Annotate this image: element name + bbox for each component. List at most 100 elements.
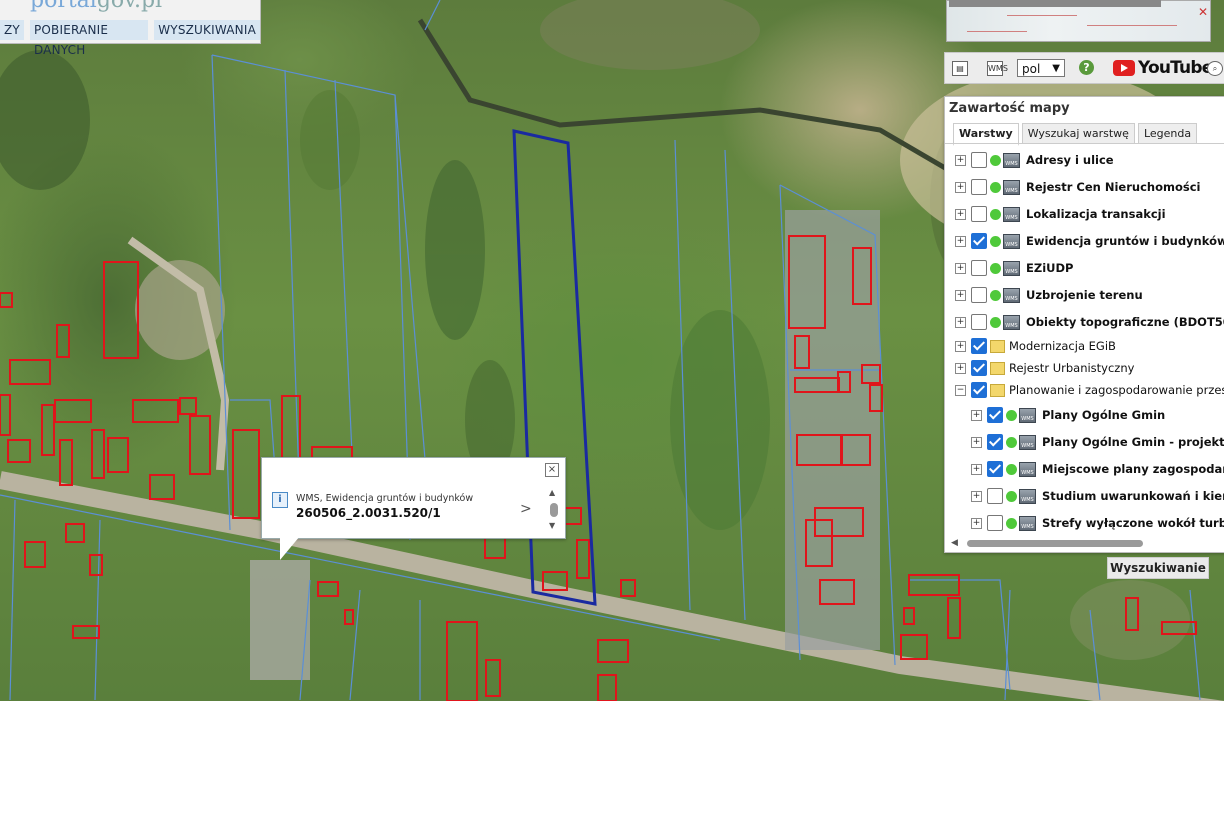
- expand-icon[interactable]: +: [955, 340, 966, 352]
- layer-label: Uzbrojenie terenu: [1026, 288, 1143, 302]
- wms-layer-icon: WMS: [1019, 515, 1036, 531]
- panel-title: Zawartość mapy: [949, 101, 1070, 116]
- layer-row[interactable]: + WMS Uzbrojenie terenu: [955, 285, 1143, 305]
- popup-parcel-id[interactable]: 260506_2.0031.520/1: [296, 506, 441, 520]
- scroll-left-icon[interactable]: ◀: [951, 538, 958, 548]
- layer-row[interactable]: + WMS Plany Ogólne Gmin: [971, 405, 1165, 425]
- search-panel-tab[interactable]: Wyszukiwanie: [1107, 557, 1209, 579]
- logo-part-1: portal: [30, 0, 97, 13]
- status-dot-icon: [990, 181, 1001, 193]
- layer-label: Miejscowe plany zagospodarow: [1042, 462, 1224, 476]
- chevron-right-icon[interactable]: >: [520, 501, 532, 517]
- wms-layer-icon: WMS: [1003, 314, 1020, 330]
- status-dot-icon: [990, 262, 1001, 274]
- layer-checkbox[interactable]: [987, 488, 1003, 504]
- layer-checkbox[interactable]: [987, 461, 1003, 477]
- popup-vscroll[interactable]: ▲ ▼: [549, 488, 559, 532]
- menu-item-wyszukiwania[interactable]: WYSZUKIWANIA: [154, 20, 260, 40]
- layer-checkbox[interactable]: [971, 233, 987, 249]
- menu-item-pobieranie-danych[interactable]: POBIERANIE DANYCH: [29, 20, 149, 57]
- layer-row[interactable]: + WMS Studium uwarunkowań i kierun: [971, 486, 1224, 506]
- expand-icon[interactable]: +: [971, 409, 982, 421]
- wms-icon[interactable]: WMS: [987, 61, 1008, 76]
- status-dot-icon: [990, 235, 1001, 247]
- logo-part-2: gov.pl: [96, 0, 163, 13]
- expand-icon[interactable]: +: [955, 362, 966, 374]
- language-select[interactable]: pol ▼: [1017, 59, 1065, 77]
- layer-label: Strefy wyłączone wokół turbin: [1042, 516, 1224, 530]
- expand-icon[interactable]: +: [971, 490, 982, 502]
- language-value: pol: [1022, 62, 1041, 76]
- collapse-icon[interactable]: −: [955, 384, 966, 396]
- layer-row[interactable]: + WMS Ewidencja gruntów i budynków: [955, 231, 1224, 251]
- layer-checkbox[interactable]: [971, 314, 987, 330]
- layer-checkbox[interactable]: [971, 382, 987, 398]
- expand-icon[interactable]: +: [955, 262, 966, 274]
- popup-pointer: [280, 536, 300, 560]
- expand-icon[interactable]: +: [971, 436, 982, 448]
- layer-checkbox[interactable]: [971, 360, 987, 376]
- layer-checkbox[interactable]: [971, 206, 987, 222]
- tab-wyszukaj-warstwe[interactable]: Wyszukaj warstwę: [1021, 123, 1135, 144]
- scroll-down-icon[interactable]: ▼: [549, 521, 555, 530]
- print-icon[interactable]: ▤: [952, 61, 968, 76]
- layer-row[interactable]: − Planowanie i zagospodarowanie przestrze: [955, 380, 1224, 400]
- layer-label: Lokalizacja transakcji: [1026, 207, 1166, 221]
- status-dot-icon: [990, 289, 1001, 301]
- layer-row[interactable]: + WMS EZiUDP: [955, 258, 1073, 278]
- expand-icon[interactable]: +: [955, 289, 966, 301]
- expand-icon[interactable]: +: [955, 154, 966, 166]
- overview-minimap[interactable]: ✕: [946, 0, 1211, 42]
- layer-row[interactable]: + WMS Adresy i ulice: [955, 150, 1114, 170]
- layer-checkbox[interactable]: [971, 179, 987, 195]
- expand-icon[interactable]: +: [955, 235, 966, 247]
- layer-row[interactable]: + Rejestr Urbanistyczny: [955, 358, 1134, 378]
- layer-tree: + WMS Adresy i ulice + WMS Rejestr Cen Nieruc…: [945, 143, 1224, 534]
- youtube-link[interactable]: YouTube: [1113, 58, 1213, 78]
- layer-row[interactable]: + WMS Strefy wyłączone wokół turbin: [971, 513, 1224, 533]
- scroll-thumb[interactable]: [550, 503, 558, 517]
- layer-row[interactable]: + WMS Plany Ogólne Gmin - projektow: [971, 432, 1224, 452]
- layer-checkbox[interactable]: [987, 434, 1003, 450]
- wms-layer-icon: WMS: [1003, 206, 1020, 222]
- layer-checkbox[interactable]: [971, 260, 987, 276]
- status-dot-icon: [1006, 517, 1017, 529]
- layer-row[interactable]: + WMS Obiekty topograficzne (BDOT500: [955, 312, 1224, 332]
- layer-checkbox[interactable]: [971, 338, 987, 354]
- expand-icon[interactable]: +: [971, 517, 982, 529]
- top-header: portalgov.pl ZY POBIERANIE DANYCH WYSZUK…: [0, 0, 261, 57]
- scroll-up-icon[interactable]: ▲: [549, 488, 555, 497]
- search-icon[interactable]: ⌕: [1207, 61, 1223, 76]
- layer-label: Obiekty topograficzne (BDOT500: [1026, 315, 1224, 329]
- expand-icon[interactable]: +: [955, 316, 966, 328]
- help-icon[interactable]: ?: [1079, 60, 1094, 75]
- layer-tree-hscroll[interactable]: ◀: [949, 538, 1219, 548]
- map-toolbar: ▤ WMS pol ▼ ? YouTube ⌕: [944, 52, 1224, 84]
- tab-legenda[interactable]: Legenda: [1137, 123, 1198, 144]
- wms-layer-icon: WMS: [1003, 233, 1020, 249]
- layer-checkbox[interactable]: [987, 515, 1003, 531]
- expand-icon[interactable]: +: [955, 181, 966, 193]
- layer-row[interactable]: + WMS Rejestr Cen Nieruchomości: [955, 177, 1200, 197]
- status-dot-icon: [990, 316, 1001, 328]
- layer-row[interactable]: + WMS Miejscowe plany zagospodarow: [971, 459, 1224, 479]
- expand-icon[interactable]: +: [955, 208, 966, 220]
- layer-row[interactable]: + Modernizacja EGiB: [955, 336, 1116, 356]
- layer-checkbox[interactable]: [971, 287, 987, 303]
- layer-row[interactable]: + WMS Lokalizacja transakcji: [955, 204, 1166, 224]
- popup-source-label: WMS, Ewidencja gruntów i budynków: [296, 493, 474, 504]
- close-icon[interactable]: ×: [545, 463, 559, 477]
- layer-checkbox[interactable]: [987, 407, 1003, 423]
- wms-layer-icon: WMS: [1003, 179, 1020, 195]
- minimap-close-icon[interactable]: ✕: [1198, 5, 1208, 19]
- site-logo[interactable]: portalgov.pl: [30, 0, 162, 13]
- layer-checkbox[interactable]: [971, 152, 987, 168]
- expand-icon[interactable]: +: [971, 463, 982, 475]
- parking-lot: [250, 560, 310, 680]
- scroll-thumb[interactable]: [967, 540, 1143, 547]
- youtube-icon: [1113, 60, 1135, 76]
- menu-item-zy[interactable]: ZY: [0, 20, 24, 40]
- layer-label: Adresy i ulice: [1026, 153, 1114, 167]
- top-menu: ZY POBIERANIE DANYCH WYSZUKIWANIA: [0, 20, 260, 57]
- minimap-label-bar: [949, 0, 1161, 7]
